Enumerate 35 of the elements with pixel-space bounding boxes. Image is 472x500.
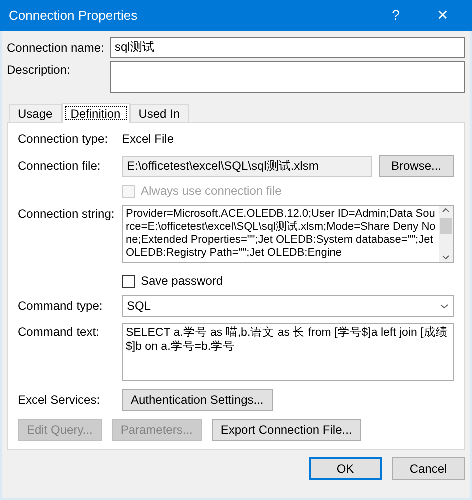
action-button[interactable]: Export Connection File... (212, 419, 362, 441)
dialog-button[interactable]: Cancel (392, 457, 465, 480)
browse-button[interactable]: Browse... (379, 155, 454, 177)
connection-name-field[interactable]: sql测试 (110, 37, 465, 58)
field-label: Excel Services: (18, 392, 102, 409)
window-title: Connection Properties (9, 6, 139, 25)
tab[interactable]: Definition (62, 103, 130, 123)
checkbox-label: Always use connection file (141, 183, 282, 200)
tab[interactable]: Used In (130, 104, 190, 122)
chevron-down-icon (440, 304, 449, 308)
tab[interactable]: Usage (9, 104, 62, 122)
field-label: Connection type: (18, 131, 110, 148)
scroll-thumb[interactable] (440, 218, 452, 234)
command-text-field[interactable]: SELECT a.学号 as 喵,b.语文 as 长 from [学号$]a left join [成绩$]b on a.学号=b.学号 (122, 323, 454, 381)
scroll-down-icon[interactable] (442, 255, 450, 260)
field-label: Command text: (18, 324, 100, 341)
scrollbar[interactable] (439, 206, 453, 262)
checkbox-label: Save password (141, 273, 224, 290)
field-label: Connection file: (18, 158, 102, 175)
field-label: Connection name: (7, 40, 106, 56)
command-type-dropdown[interactable]: SQL (122, 295, 454, 317)
checkbox[interactable] (122, 274, 135, 288)
help-button[interactable]: ? (381, 5, 411, 26)
connection-string-text: Provider=Microsoft.ACE.OLEDB.12.0;User ID=Admin;Data Source=E:\officetest\excel\SQL\sql测试.xlsm;Mode=Share Deny None;Extended Properties="";Jet OLEDB:System database="";Jet OLEDB:Registry Path="";Jet OLEDB:Engine (125, 207, 437, 261)
connection-file-field[interactable]: E:\officetest\excel\SQL\sql测试.xlsm (122, 156, 372, 176)
field-label: Description: (7, 62, 72, 79)
field-label: Connection string: (18, 206, 116, 223)
connection-type-value: Excel File (122, 131, 174, 148)
dropdown-value: SQL (126, 298, 152, 315)
scroll-up-icon[interactable] (442, 208, 450, 213)
authentication-settings-button[interactable]: Authentication Settings... (122, 389, 273, 411)
description-field[interactable] (110, 61, 465, 93)
close-button[interactable]: ✕ (423, 5, 463, 26)
dialog-button[interactable]: OK (309, 457, 382, 480)
field-label: Command type: (18, 298, 104, 315)
